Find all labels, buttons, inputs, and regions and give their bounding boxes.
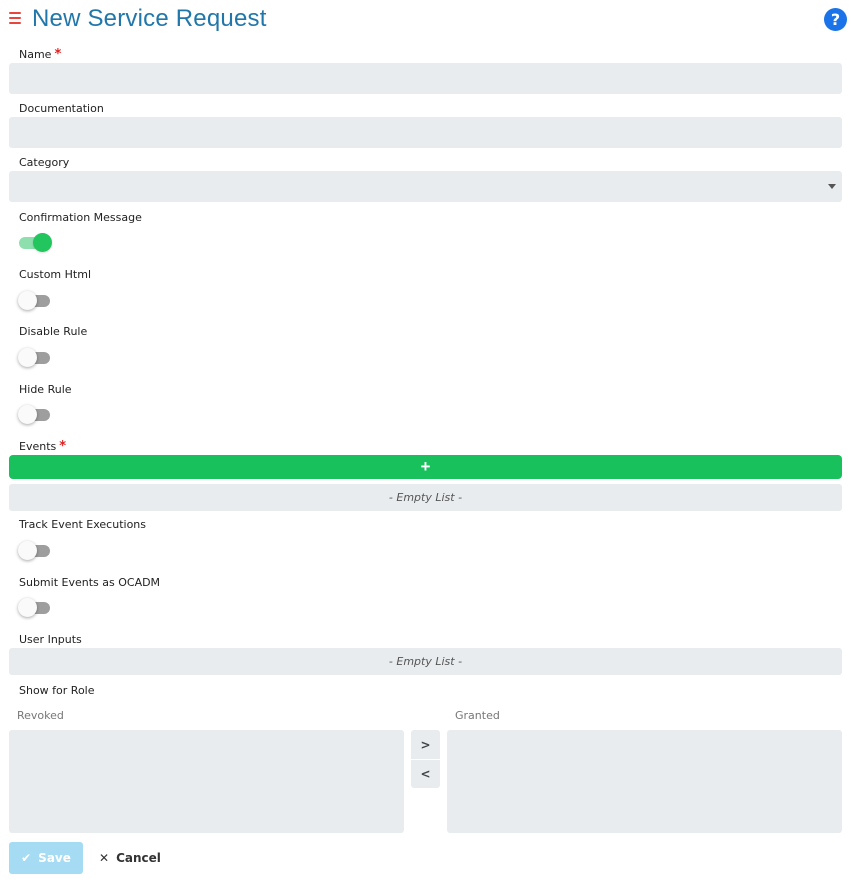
toggle-knob: [18, 405, 37, 424]
name-input[interactable]: [9, 63, 842, 94]
track-event-executions-toggle[interactable]: [18, 541, 51, 560]
revoked-roles-list[interactable]: [9, 730, 404, 833]
chevron-down-icon: [828, 184, 836, 189]
add-event-button[interactable]: +: [9, 455, 842, 479]
category-select[interactable]: [9, 171, 842, 202]
hamburger-menu-icon[interactable]: [9, 12, 21, 24]
granted-roles-list[interactable]: [447, 730, 842, 833]
check-icon: ✔: [21, 851, 32, 865]
events-empty-list: - Empty List -: [9, 484, 842, 511]
disable-rule-toggle[interactable]: [18, 348, 51, 367]
disable-rule-label: Disable Rule: [19, 325, 88, 338]
toggle-knob: [18, 291, 37, 310]
track-event-executions-label: Track Event Executions: [19, 518, 146, 531]
close-icon: ✕: [99, 851, 110, 865]
custom-html-toggle[interactable]: [18, 291, 51, 310]
documentation-input[interactable]: [9, 117, 842, 148]
hide-rule-toggle[interactable]: [18, 405, 51, 424]
hide-rule-label: Hide Rule: [19, 383, 72, 396]
save-label: Save: [38, 851, 71, 865]
move-to-granted-button[interactable]: >: [411, 730, 440, 759]
toggle-knob: [18, 348, 37, 367]
toggle-knob: [33, 233, 52, 252]
show-for-role-label: Show for Role: [19, 684, 95, 697]
save-button[interactable]: ✔ Save: [9, 842, 83, 874]
help-icon[interactable]: ?: [824, 8, 847, 31]
confirmation-message-label: Confirmation Message: [19, 211, 142, 224]
page-header: New Service Request ?: [0, 0, 851, 42]
submit-events-as-ocadm-label: Submit Events as OCADM: [19, 576, 161, 589]
required-asterisk: *: [54, 47, 62, 62]
move-to-revoked-button[interactable]: <: [411, 759, 440, 788]
revoked-label: Revoked: [17, 709, 64, 722]
submit-events-as-ocadm-toggle[interactable]: [18, 598, 51, 617]
category-label: Category: [19, 156, 70, 169]
confirmation-message-toggle[interactable]: [18, 233, 52, 252]
granted-label: Granted: [455, 709, 500, 722]
toggle-knob: [18, 598, 37, 617]
name-label-text: Name: [19, 48, 52, 61]
custom-html-label: Custom Html: [19, 268, 91, 281]
events-label-text: Events: [19, 440, 57, 453]
plus-icon: +: [420, 457, 431, 476]
user-inputs-label: User Inputs: [19, 633, 82, 646]
documentation-label: Documentation: [19, 102, 104, 115]
user-inputs-empty-list: - Empty List -: [9, 648, 842, 675]
cancel-button[interactable]: ✕ Cancel: [99, 842, 161, 874]
move-buttons-group: > <: [411, 730, 440, 788]
toggle-knob: [18, 541, 37, 560]
name-label: Name *: [19, 47, 61, 62]
chevron-right-icon: >: [420, 737, 431, 752]
events-label: Events *: [19, 439, 66, 454]
cancel-label: Cancel: [116, 851, 161, 865]
chevron-left-icon: <: [420, 767, 431, 781]
required-asterisk: *: [59, 439, 67, 454]
page-title: New Service Request: [32, 5, 267, 32]
